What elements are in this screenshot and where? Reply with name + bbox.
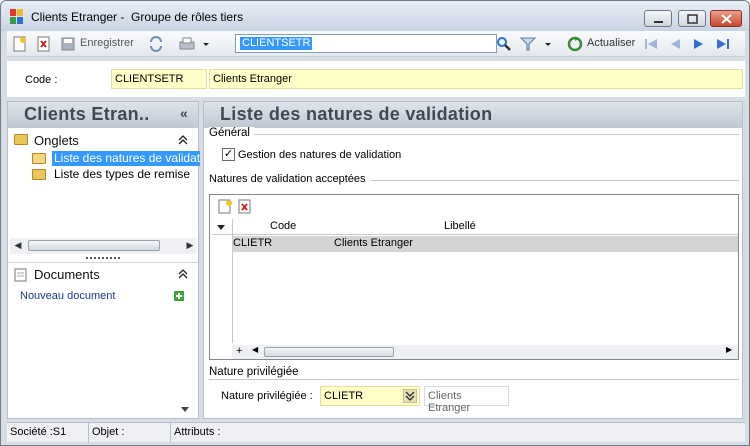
refresh-label: Actualiser (587, 37, 636, 49)
privileged-field-label: Nature privilégiée : (221, 390, 313, 402)
delete-icon[interactable] (36, 36, 52, 52)
app-window: Clients Etranger - Groupe de rôles tiers… (0, 0, 750, 446)
scroll-right-icon[interactable]: ▶ (726, 345, 732, 354)
sync-icon[interactable] (148, 36, 164, 52)
left-panel-title: Clients Etran.. (24, 104, 150, 124)
splitter-grip[interactable] (86, 257, 120, 259)
privileged-nature-select[interactable]: CLIETR (320, 386, 420, 406)
search-value: CLIENTSETR (240, 37, 313, 50)
refresh-icon (567, 36, 583, 52)
main-panel: Liste des natures de validation Général … (203, 101, 743, 419)
row-label: Clients Etranger (334, 237, 413, 249)
folder-open-icon (32, 153, 46, 164)
collapse-section-icon (178, 269, 188, 279)
code-description-field[interactable]: Clients Etranger (209, 69, 743, 89)
previous-record-icon[interactable] (667, 36, 683, 52)
first-record-icon[interactable] (643, 36, 659, 52)
last-record-icon[interactable] (715, 36, 731, 52)
row-code: CLIETR (233, 237, 273, 249)
code-row: Code : CLIENTSETR Clients Etranger (7, 61, 745, 97)
status-company: Société :S1 (7, 423, 89, 443)
app-icon (10, 9, 24, 25)
minimize-icon (654, 21, 663, 23)
status-object: Objet : (89, 423, 171, 443)
search-icon[interactable] (496, 36, 512, 52)
save-icon (61, 37, 75, 51)
close-button[interactable] (710, 10, 742, 27)
filter-icon[interactable] (520, 36, 536, 52)
column-libelle-header[interactable]: Libellé (444, 220, 476, 232)
tab-item-remise-label: Liste des types de remise (54, 167, 191, 181)
tabs-section-header[interactable]: Onglets (8, 129, 198, 151)
column-code-header[interactable]: Code (270, 220, 296, 232)
new-document-icon[interactable] (12, 36, 28, 52)
filter-dropdown-icon[interactable] (543, 36, 553, 52)
add-row-plus-icon[interactable]: + (236, 345, 242, 357)
code-field[interactable]: CLIENTSETR (111, 69, 207, 89)
left-horizontal-scrollbar[interactable]: ◀ ▶ (10, 238, 196, 254)
folder-icon (32, 169, 46, 180)
toolbar: Enregistrer CLIENTSETR Actualiser (7, 31, 745, 57)
search-input[interactable]: CLIENTSETR (235, 34, 497, 53)
manage-natures-label: Gestion des natures de validation (238, 149, 402, 161)
maximize-button[interactable] (678, 10, 706, 27)
status-bar: Société :S1 Objet : Attributs : (7, 422, 745, 443)
scroll-right-icon[interactable]: ▶ (182, 238, 198, 254)
print-dropdown-icon[interactable] (201, 36, 211, 52)
documents-section-label: Documents (34, 267, 100, 282)
accepted-group-label: Natures de validation acceptées (209, 173, 370, 185)
privileged-description: Clients Etranger (424, 386, 509, 414)
main-panel-header: Liste des natures de validation (204, 102, 742, 128)
delete-row-icon[interactable] (238, 199, 252, 214)
checkbox-box: ✓ (222, 148, 235, 161)
window-title: Clients Etranger - Groupe de rôles tiers (31, 10, 244, 24)
natures-grid: Code Libellé CLIETR Clients Etranger + ◀… (209, 194, 739, 360)
title-bar: Clients Etranger - Groupe de rôles tiers (1, 1, 749, 31)
documents-section-header[interactable]: Documents (8, 262, 198, 284)
maximize-icon (687, 14, 698, 24)
tab-item-natures-label: Liste des natures de validation (52, 151, 200, 166)
dropdown-icon[interactable] (403, 389, 417, 403)
grid-horizontal-scrollbar[interactable]: + ◀ ▶ (232, 345, 738, 359)
code-label: Code : (25, 74, 58, 86)
general-group-label: Général (209, 127, 254, 139)
grid-header: Code Libellé (212, 219, 738, 235)
folder-icon (14, 134, 28, 145)
privileged-code: CLIETR (324, 390, 364, 402)
tabs-section-label: Onglets (34, 133, 79, 148)
privileged-group-label: Nature privilégiée (209, 366, 303, 378)
collapse-section-icon (178, 135, 188, 145)
general-group-line (209, 134, 739, 135)
row-header-divider (232, 235, 233, 343)
collapse-panel-icon[interactable]: « (180, 105, 188, 121)
status-attributes: Attributs : (174, 426, 221, 438)
add-row-icon[interactable] (218, 199, 232, 214)
document-icon (14, 268, 27, 282)
save-label: Enregistrer (80, 37, 134, 49)
expand-down-icon[interactable] (180, 405, 190, 413)
scroll-left-icon[interactable]: ◀ (252, 345, 258, 354)
grid-scroll-thumb[interactable] (264, 347, 394, 357)
new-document-label: Nouveau document (20, 290, 116, 302)
close-icon (721, 14, 732, 24)
minimize-button[interactable] (644, 10, 672, 27)
table-row[interactable]: CLIETR Clients Etranger (233, 236, 738, 252)
left-panel-header: Clients Etran.. « (8, 102, 198, 128)
add-icon[interactable] (174, 291, 184, 301)
row-marker-icon (217, 225, 225, 230)
next-record-icon[interactable] (691, 36, 707, 52)
print-icon[interactable] (179, 36, 195, 52)
scroll-thumb[interactable] (28, 240, 160, 251)
left-panel: Clients Etran.. « Onglets Liste des natu… (7, 101, 200, 419)
scroll-left-icon[interactable]: ◀ (10, 238, 26, 254)
new-document-link[interactable]: Nouveau document (20, 290, 115, 302)
page-title: Liste des natures de validation (220, 104, 493, 124)
privileged-group-line (209, 379, 739, 380)
